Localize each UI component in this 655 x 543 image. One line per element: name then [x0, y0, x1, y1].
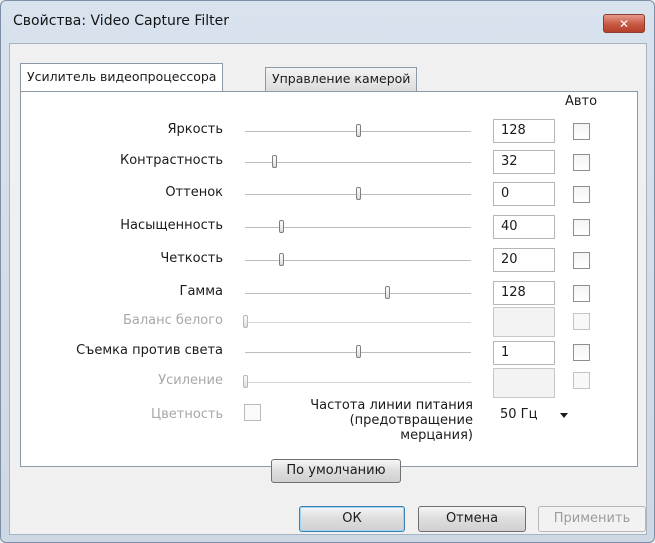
- hue-auto-checkbox[interactable]: [573, 186, 590, 203]
- slider-track: [245, 322, 471, 323]
- color-enable-label: Цветность: [151, 407, 224, 422]
- power-line-label-line: мерцания): [400, 428, 473, 443]
- slider-thumb[interactable]: [356, 124, 361, 137]
- color-enable-checkbox: [244, 404, 261, 421]
- close-icon: ✕: [618, 16, 630, 31]
- white-balance-slider: [243, 314, 471, 330]
- white-balance-auto-checkbox: [573, 313, 590, 330]
- contrast-auto-checkbox[interactable]: [573, 154, 590, 171]
- saturation-auto-checkbox[interactable]: [573, 219, 590, 236]
- hue-label: Оттенок: [165, 185, 223, 200]
- defaults-button[interactable]: По умолчанию: [271, 459, 401, 483]
- auto-column-header: Авто: [565, 94, 598, 109]
- power-line-frequency-label: Частота линии питания (предотвращение ме…: [291, 398, 473, 443]
- power-line-label-line: Частота линии питания: [310, 398, 473, 413]
- slider-thumb[interactable]: [279, 253, 285, 266]
- brightness-value-field[interactable]: 128: [493, 119, 555, 143]
- white-balance-value-field: [493, 307, 555, 337]
- hue-slider[interactable]: [245, 186, 471, 202]
- properties-dialog: Свойства: Video Capture Filter ✕ Усилите…: [0, 0, 655, 543]
- brightness-slider[interactable]: [245, 123, 471, 139]
- apply-button: Применить: [538, 506, 646, 532]
- gain-label: Усиление: [158, 373, 223, 388]
- slider-thumb: [243, 315, 248, 328]
- brightness-label: Яркость: [167, 122, 223, 137]
- sharpness-auto-checkbox[interactable]: [573, 252, 590, 269]
- cancel-button[interactable]: Отмена: [418, 506, 526, 532]
- gamma-label: Гамма: [179, 284, 223, 299]
- saturation-slider[interactable]: [245, 219, 471, 235]
- saturation-label: Насыщенность: [120, 218, 223, 233]
- slider-track: [245, 162, 471, 163]
- sharpness-value-field[interactable]: 20: [493, 248, 555, 272]
- ok-button[interactable]: ОК: [299, 506, 405, 532]
- slider-thumb[interactable]: [279, 220, 285, 233]
- title-bar[interactable]: Свойства: Video Capture Filter ✕: [1, 1, 654, 43]
- gamma-value-field[interactable]: 128: [493, 281, 555, 305]
- gain-slider: [243, 374, 471, 390]
- slider-thumb[interactable]: [385, 286, 391, 299]
- window-title: Свойства: Video Capture Filter: [13, 13, 230, 29]
- gain-auto-checkbox: [573, 372, 590, 389]
- brightness-auto-checkbox[interactable]: [573, 123, 590, 140]
- slider-track: [245, 293, 471, 294]
- backlight-compensation-auto-checkbox[interactable]: [573, 344, 590, 361]
- white-balance-label: Баланс белого: [122, 313, 223, 328]
- power-line-selected-value: 50 Гц: [500, 407, 538, 422]
- gamma-slider[interactable]: [245, 285, 471, 301]
- contrast-value-field[interactable]: 32: [493, 150, 555, 174]
- power-line-label-line: (предотвращение: [349, 413, 473, 428]
- sharpness-slider[interactable]: [245, 252, 471, 268]
- backlight-compensation-slider[interactable]: [245, 344, 471, 360]
- backlight-compensation-label: Съемка против света: [76, 343, 223, 358]
- gamma-auto-checkbox[interactable]: [573, 285, 590, 302]
- tab-camera-control[interactable]: Управление камерой: [265, 67, 418, 91]
- slider-thumb[interactable]: [356, 187, 361, 200]
- close-button[interactable]: ✕: [603, 14, 645, 33]
- sharpness-label: Четкость: [160, 251, 223, 266]
- slider-thumb[interactable]: [272, 155, 278, 168]
- slider-thumb[interactable]: [356, 345, 361, 358]
- contrast-slider[interactable]: [245, 154, 471, 170]
- hue-value-field[interactable]: 0: [493, 182, 555, 206]
- saturation-value-field[interactable]: 40: [493, 215, 555, 239]
- backlight-compensation-value-field[interactable]: 1: [493, 341, 555, 365]
- contrast-label: Контрастность: [119, 153, 223, 168]
- slider-thumb: [243, 375, 248, 388]
- power-line-frequency-select[interactable]: 50 Гц: [492, 404, 572, 428]
- gain-value-field: [493, 368, 555, 398]
- tab-video-proc-amp[interactable]: Усилитель видеопроцессора: [20, 63, 224, 91]
- slider-track: [245, 382, 471, 383]
- chevron-down-icon: [560, 413, 568, 418]
